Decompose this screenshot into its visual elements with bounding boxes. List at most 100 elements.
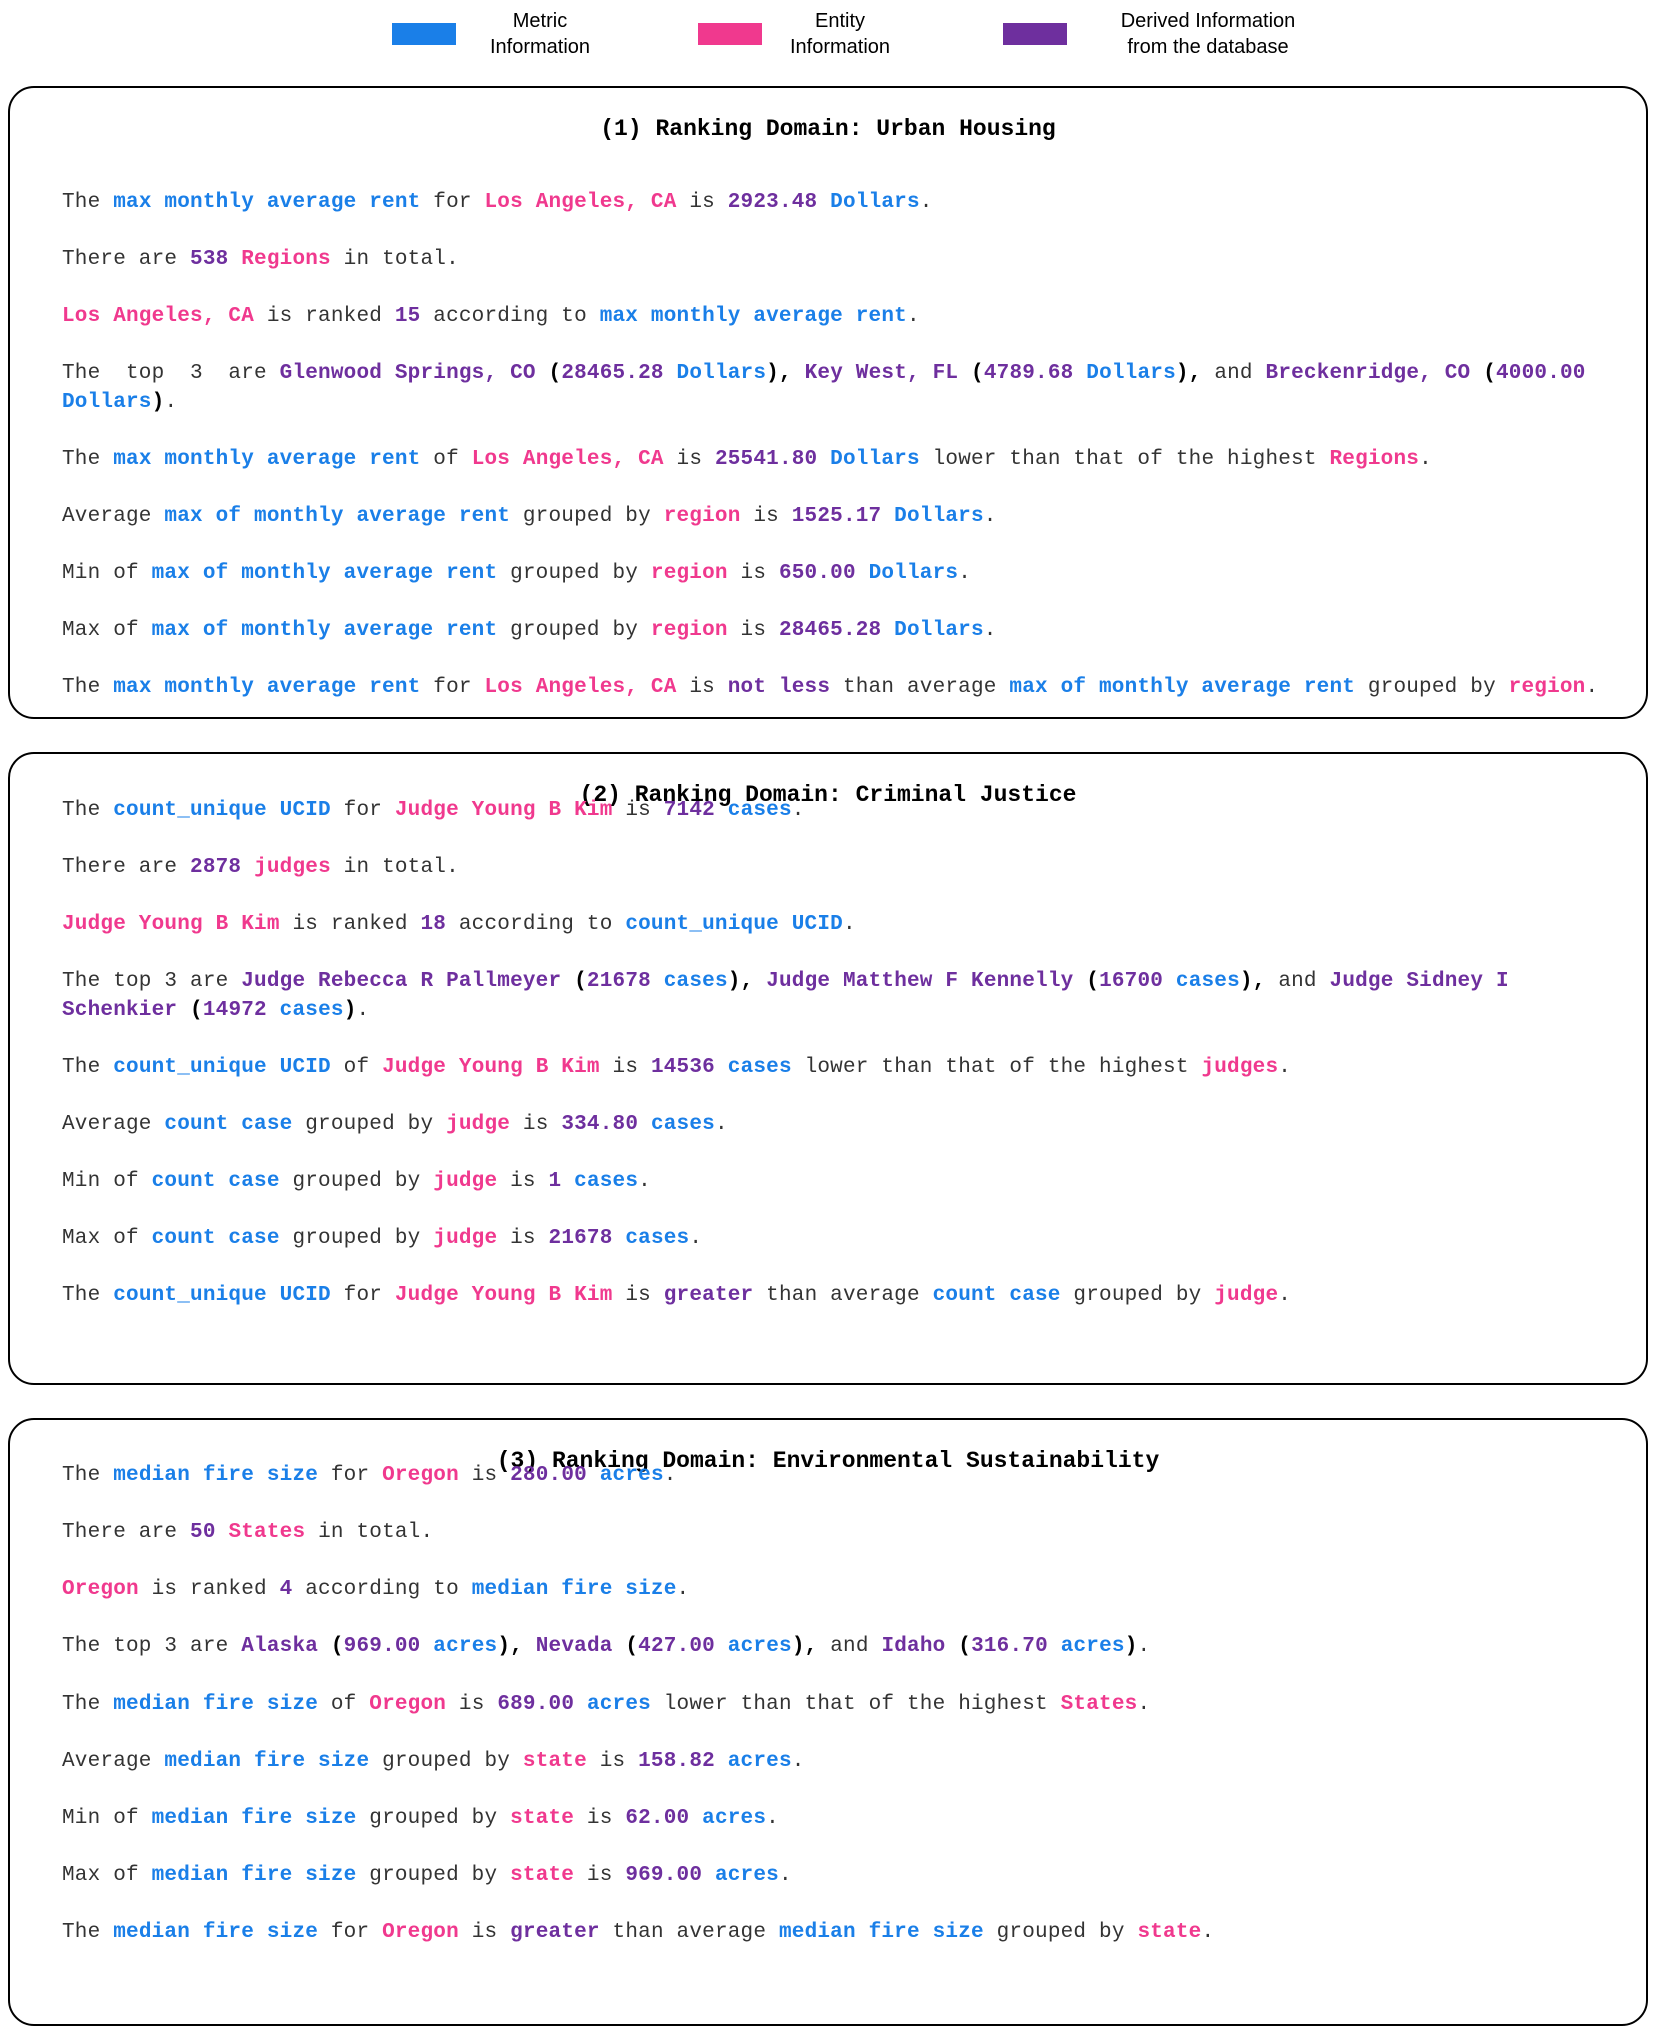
plain-text: . [778,1864,792,1887]
plain-text: grouped by [1355,676,1509,699]
plain-text: grouped by [510,505,664,528]
plain-text [228,248,241,271]
metric-term: Dollars [830,448,920,471]
sentence-line: Average max of monthly average rent grou… [62,502,1612,531]
sentence-line: The max monthly average rent for Los Ang… [62,673,1612,702]
plain-text [856,562,869,585]
metric-term: Dollars [676,362,767,385]
derived-value: 4000.00 [1496,362,1586,385]
entity-term: Judge Young B Kim [382,1056,600,1079]
plain-text: . [791,799,805,822]
metric-term: max of monthly average rent [151,619,498,642]
sentence-line: The top 3 are Judge Rebecca R Pallmeyer … [62,967,1612,1025]
panel-criminal-justice: (2) Ranking Domain: Criminal Justice The… [8,752,1648,1385]
plain-text: grouped by [369,1750,523,1773]
punctuation: ), [766,362,792,385]
plain-text: . [663,1464,677,1487]
plain-text [715,1750,728,1773]
plain-text: The [62,191,114,214]
plain-text: . [1585,676,1599,699]
entity-term: judge [433,1170,498,1193]
sentence-line: Max of count case grouped by judge is 21… [62,1224,1612,1253]
plain-text: Min of [62,1807,152,1830]
plain-text: is [676,676,728,699]
derived-value: 14972 [202,999,267,1022]
derived-value: Judge Rebecca R Pallmeyer [241,970,562,993]
metric-term: cases [574,1170,639,1193]
plain-text: grouped by [356,1864,511,1887]
plain-text: The [62,676,114,699]
plain-text [753,970,766,993]
punctuation: ( [1086,970,1100,993]
plain-text: Max of [62,619,152,642]
metric-term: acres [702,1807,767,1830]
plain-text: for [318,1921,383,1944]
metric-term: count_unique UCID [113,1284,331,1307]
plain-text: is [612,1284,664,1307]
plain-text [1470,362,1483,385]
plain-text: is [458,1921,511,1944]
plain-text: for [330,1284,395,1307]
derived-value: Key West, FL [804,362,959,385]
plain-text: . [164,391,178,414]
plain-text [715,799,728,822]
derived-value: 689.00 [497,1693,575,1716]
sentence-line: The count_unique UCID for Judge Young B … [62,1281,1612,1310]
metric-term: count_unique UCID [625,913,843,936]
metric-term: max monthly average rent [113,676,421,699]
plain-text [613,1635,626,1658]
plain-text [587,1464,600,1487]
plain-text: lower than that of the highest [919,448,1330,471]
sentence-line: There are 2878 judges in total. [62,853,1612,882]
plain-text: . [1201,1921,1215,1944]
plain-text: grouped by [497,562,651,585]
sentence-line: Min of count case grouped by judge is 1 … [62,1167,1612,1196]
plain-text: according to [420,305,600,328]
derived-value: 50 [190,1521,216,1544]
plain-text: There are [62,856,191,879]
plain-text: . [638,1170,651,1193]
plain-text: is ranked [138,1578,280,1601]
sentence-line: The top 3 are Alaska (969.00 acres), Nev… [62,1632,1612,1661]
derived-value: 334.80 [561,1113,639,1136]
sentence-line: The median fire size for Oregon is great… [62,1918,1612,1947]
metric-term: cases [650,1113,715,1136]
panel-title: (1) Ranking Domain: Urban Housing [600,116,1056,142]
plain-text: is [497,1227,549,1250]
sentence-line: There are 538 Regions in total. [62,245,1612,274]
punctuation: ) [343,999,357,1022]
metric-term: median fire size [164,1750,370,1773]
plain-text: than average [753,1284,933,1307]
legend: Metric Information Entity Information Deri… [0,8,1661,64]
plain-text: in total. [330,248,459,271]
derived-value: 28465.28 [778,619,882,642]
derived-value: 969.00 [343,1635,421,1658]
plain-text: . [356,999,370,1022]
punctuation: ), [727,970,754,993]
metric-term: acres [586,1693,651,1716]
plain-text: grouped by [983,1921,1138,1944]
metric-term: median fire size [113,1464,319,1487]
plain-text [1163,970,1176,993]
entity-term: region [650,562,728,585]
plain-text [536,362,549,385]
plain-text [267,999,280,1022]
plain-text [817,191,830,214]
metric-term: acres [599,1464,664,1487]
plain-text [613,1227,626,1250]
entity-term: Oregon [382,1464,459,1487]
entity-term: Oregon [369,1693,447,1716]
metric-term: median fire size [113,1921,319,1944]
plain-text [651,970,664,993]
plain-text: Min of [62,562,152,585]
sentence-line: Max of median fire size grouped by state… [62,1861,1612,1890]
plain-text: for [420,191,485,214]
plain-text [715,1056,728,1079]
plain-text: of [330,1056,383,1079]
derived-value: 316.70 [971,1635,1048,1658]
punctuation: ), [497,1635,523,1658]
metric-term: count case [151,1227,280,1250]
plain-text: is [676,191,728,214]
metric-term: count case [151,1170,280,1193]
plain-text: for [420,676,485,699]
